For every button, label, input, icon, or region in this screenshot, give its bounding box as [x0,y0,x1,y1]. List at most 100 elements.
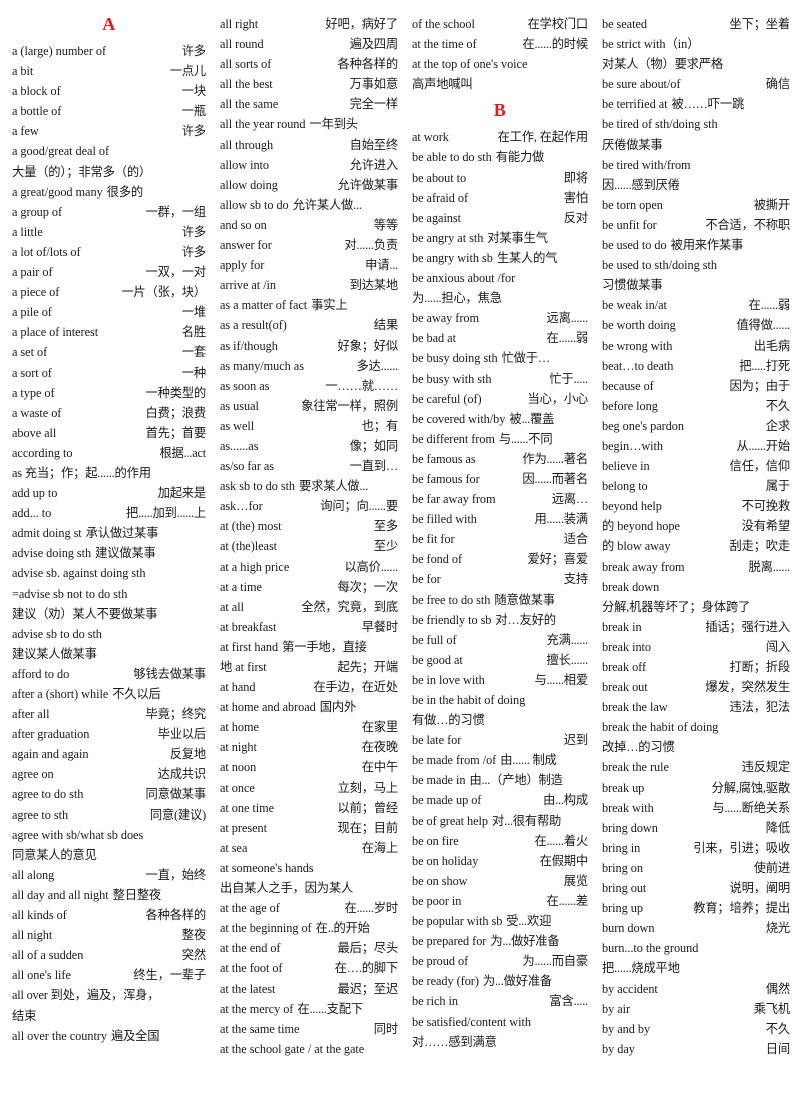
phrase-chinese: 很多的 [106,184,143,199]
phrase-english: burn down [602,921,655,936]
phrase-entry: allow sb to do 允许某人做... [220,195,398,215]
phrase-chinese: 充满...... [546,632,589,647]
phrase-entry: be famous as 作为......著名 [412,449,588,469]
phrase-entry: burn down 烧光 [602,918,790,938]
phrase-english: break the rule [602,760,669,775]
phrase-english: be of great help [412,813,489,828]
phrase-chinese: 教育；培养；提出 [693,901,790,916]
phrase-english: be worth doing [602,318,676,333]
phrase-english: a bit [12,64,34,79]
phrase-english: admit doing st [12,526,82,541]
phrase-chinese: 不久以后 [112,687,161,701]
phrase-entry: be made in 由...（产地）制造 [412,770,588,790]
entry-continuation: 厌倦做某事 [602,137,663,152]
phrase-entry: because of 因为；由于 [602,376,790,396]
entry-continuation: 建议（劝）某人不要做某事 [12,606,158,621]
phrase-english: believe in [602,459,650,474]
phrase-english: be prepared for [412,934,487,949]
phrase-entry: at (the)least 至少 [220,536,398,556]
phrase-chinese: 以前；曾经 [337,800,399,815]
phrase-english: as/so far as [220,459,275,474]
vocabulary-page: Aa (large) number of 许多 a bit 一点儿 a block of… [0,0,792,1120]
phrase-chinese: 没有希望 [741,519,791,534]
phrase-chinese: 刮走；吹走 [729,539,791,554]
phrase-english: at the school gate / at the gate [220,1041,365,1056]
phrase-entry: advise sb to do sth [12,624,206,644]
phrase-english: all along [12,867,55,882]
phrase-english: all kinds of [12,908,67,923]
phrase-english: a pile of [12,305,52,320]
phrase-entry: break away from 脱离...... [602,557,790,577]
column-2: all right 好吧，病好了 all round 遍及四周 all sorts of… [212,14,404,1059]
phrase-chinese: 在….的脚下 [334,961,399,976]
phrase-english: a pair of [12,265,53,280]
phrase-entry: at all 全然，究竟，到底 [220,597,398,617]
phrase-chinese: 一直到… [349,459,399,474]
phrase-entry: be busy doing sth 忙做于… [412,348,588,368]
phrase-english: break down [602,579,660,594]
phrase-chinese: 被撕开 [753,197,790,212]
entry-continuation: 对某人（物）要求严格 [602,57,723,72]
phrase-entry: be good at 擅长...... [412,650,588,670]
phrase-entry: a little 许多 [12,222,206,242]
phrase-english: break in [602,619,642,634]
phrase-chinese: 烧光 [765,921,790,936]
phrase-entry: be on show 展览 [412,871,588,891]
phrase-chinese: 在......差 [546,893,589,908]
phrase-english: a waste of [12,405,62,420]
phrase-entry: be worth doing 值得做...... [602,315,790,335]
phrase-chinese: 说明，阐明 [729,881,791,896]
phrase-entry: all one's life 终生，一辈子 [12,965,206,985]
phrase-entry: at a time 每次；一次 [220,577,398,597]
phrase-chinese: 忙做于… [501,351,551,366]
phrase-english: above all [12,425,57,440]
column-4: be seated 坐下；坐着 be strict with（in） 对某人（物）要求… [594,14,792,1059]
phrase-english: after graduation [12,727,90,742]
phrase-english: arrive at /in [220,278,277,293]
phrase-entry: be seated 坐下；坐着 [602,14,790,34]
phrase-chinese: 同时 [373,1021,398,1036]
phrase-chinese: 把.....打死 [739,358,790,373]
phrase-entry: break into 闯入 [602,637,790,657]
phrase-chinese: 由...构成 [543,793,588,808]
phrase-chinese: 把.....加到......上 [125,506,206,521]
phrase-chinese: 象往常一样，照例 [301,398,398,413]
phrase-entry: all day and all night 整日整夜 [12,885,206,905]
phrase-entry: be prepared for 为...做好准备 [412,931,588,951]
phrase-entry: allow doing 允许做某事 [220,175,398,195]
phrase-entry: be for 支持 [412,569,588,589]
phrase-english: again and again [12,747,89,762]
phrase-entry: all round 遍及四周 [220,34,398,54]
phrase-entry: afford to do 够钱去做某事 [12,664,206,684]
phrase-entry: be on holiday 在假期中 [412,851,588,871]
phrase-entry: bring in 引来，引进；吸收 [602,838,790,858]
phrase-english: break out [602,680,648,695]
phrase-english: be free to do sth [412,592,491,607]
phrase-entry: at the mercy of 在......支配下 [220,999,398,1019]
phrase-english: of the school [412,17,475,31]
phrase-chinese: 等等 [373,217,398,232]
phrase-entry: add... to 把.....加到......上 [12,503,206,523]
phrase-entry: of the school 在学校门口 [412,14,588,34]
phrase-chinese: 万事如意 [349,77,399,92]
phrase-english: be angry at sth [412,230,484,245]
phrase-entry: after a (short) while 不久以后 [12,684,206,704]
phrase-entry: be angry with sb 生某人的气 [412,248,588,268]
phrase-english: be against [412,210,462,225]
phrase-chinese: 承认做过某事 [85,526,159,541]
phrase-english: at the beginning of [220,921,312,936]
phrase-chinese: 好吧，病好了 [325,17,398,31]
phrase-english: be torn open [602,197,663,212]
entry-continuation: 为......担心，焦急 [412,291,502,306]
phrase-chinese: 一双，一对 [145,265,207,280]
phrase-entry: at the same time 同时 [220,1019,398,1039]
phrase-chinese: 用......装满 [534,512,588,527]
phrase-english: be satisfied/content with [412,1014,531,1029]
phrase-chinese: 插话；强行进入 [705,619,790,634]
phrase-chinese: 值得做...... [736,318,790,333]
phrase-chinese: 害怕 [563,190,588,205]
phrase-entry: be of great help 对...很有帮助 [412,811,588,831]
phrase-entry: break out 爆发，突然发生 [602,677,790,697]
phrase-english: all night [12,928,53,943]
phrase-entry: a sort of 一种 [12,363,206,383]
